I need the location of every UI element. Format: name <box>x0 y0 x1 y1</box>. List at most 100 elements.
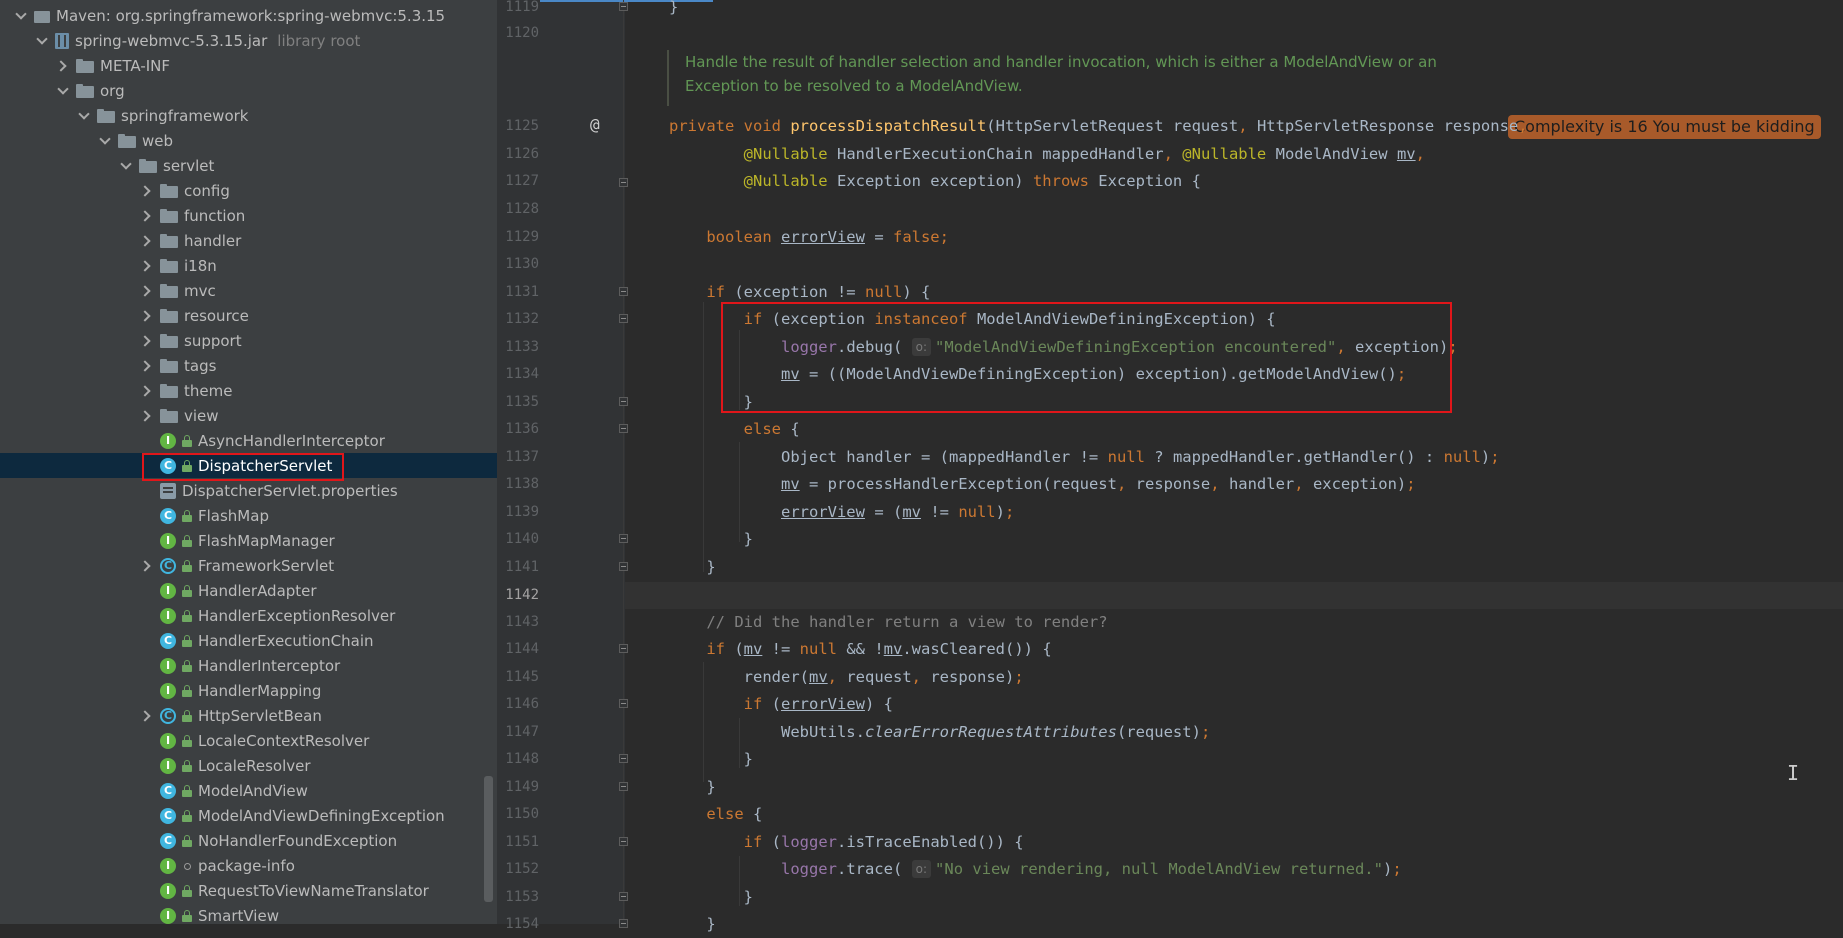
tree-item[interactable]: config <box>0 178 497 203</box>
line-number: 1137 <box>505 449 539 465</box>
tree-item[interactable]: function <box>0 203 497 228</box>
chevron-right-icon[interactable] <box>56 59 70 73</box>
fold-toggle-icon[interactable] <box>619 397 628 406</box>
code-line-1141: } <box>669 558 716 576</box>
fold-toggle-icon[interactable] <box>619 178 628 187</box>
tree-item[interactable]: org <box>0 78 497 103</box>
fold-toggle-icon[interactable] <box>619 892 628 901</box>
chevron-right-icon[interactable] <box>140 559 154 573</box>
tree-item[interactable]: I LocaleResolver <box>0 753 497 778</box>
line-number: 1143 <box>505 614 539 630</box>
tree-item[interactable]: web <box>0 128 497 153</box>
fold-toggle-icon[interactable] <box>619 699 628 708</box>
code-line-1127: @Nullable Exception exception) throws Ex… <box>743 172 1201 190</box>
debug-message-string: "ModelAndViewDefiningException encounter… <box>935 338 1337 356</box>
fold-toggle-icon[interactable] <box>619 2 628 11</box>
tree-item[interactable]: I HandlerAdapter <box>0 578 497 603</box>
tree-item[interactable]: C FlashMap <box>0 503 497 528</box>
fold-toggle-icon[interactable] <box>619 562 628 571</box>
tree-item[interactable]: Maven: org.springframework:spring-webmvc… <box>0 3 497 28</box>
override-gutter-icon[interactable]: @ <box>590 115 600 134</box>
fold-toggle-icon[interactable] <box>619 424 628 433</box>
tree-item[interactable]: I HandlerInterceptor <box>0 653 497 678</box>
tree-item[interactable]: I AsyncHandlerInterceptor <box>0 428 497 453</box>
line-number: 1127 <box>505 173 539 189</box>
line-number: 1141 <box>505 559 539 575</box>
tree-item[interactable]: springframework <box>0 103 497 128</box>
chevron-right-icon[interactable] <box>140 234 154 248</box>
tree-item[interactable]: resource <box>0 303 497 328</box>
tree-item-label: FlashMap <box>198 506 269 525</box>
chevron-down-icon[interactable] <box>77 109 91 123</box>
chevron-right-icon[interactable] <box>140 309 154 323</box>
tree-item[interactable]: Ipackage-info <box>0 853 497 878</box>
tree-item[interactable]: theme <box>0 378 497 403</box>
tree-item[interactable]: I FlashMapManager <box>0 528 497 553</box>
chevron-right-icon[interactable] <box>140 209 154 223</box>
fold-toggle-icon[interactable] <box>619 754 628 763</box>
fold-toggle-icon[interactable] <box>619 644 628 653</box>
tree-item[interactable]: META-INF <box>0 53 497 78</box>
chevron-down-icon[interactable] <box>14 9 28 23</box>
lock-icon <box>182 434 192 447</box>
fold-toggle-icon[interactable] <box>619 782 628 791</box>
folder-icon <box>118 133 136 148</box>
tree-item[interactable]: spring-webmvc-5.3.15.jar library root <box>0 28 497 53</box>
code-line-1125: private void processDispatchResult(HttpS… <box>669 117 1528 135</box>
chevron-right-icon[interactable] <box>140 184 154 198</box>
tree-item[interactable]: C ModelAndViewDefiningException <box>0 803 497 828</box>
chevron-down-icon[interactable] <box>35 34 49 48</box>
tree-item[interactable]: servlet <box>0 153 497 178</box>
tree-item[interactable]: I RequestToViewNameTranslator <box>0 878 497 903</box>
tree-item[interactable]: C HttpServletBean <box>0 703 497 728</box>
chevron-right-icon[interactable] <box>140 334 154 348</box>
chevron-right-icon[interactable] <box>140 359 154 373</box>
tree-item[interactable]: C ModelAndView <box>0 778 497 803</box>
code-line-1132: if (exception instanceof ModelAndViewDef… <box>743 310 1276 328</box>
tree-item[interactable]: tags <box>0 353 497 378</box>
tree-item[interactable]: I HandlerMapping <box>0 678 497 703</box>
tree-item[interactable]: I LocaleContextResolver <box>0 728 497 753</box>
tree-item[interactable]: I SmartView <box>0 903 497 924</box>
interface-icon: I <box>160 657 176 674</box>
tree-item[interactable]: C FrameworkServlet <box>0 553 497 578</box>
interface-icon: I <box>160 857 176 874</box>
chevron-right-icon[interactable] <box>140 409 154 423</box>
chevron-right-icon[interactable] <box>140 384 154 398</box>
tree-item[interactable]: I HandlerExceptionResolver <box>0 603 497 628</box>
line-number: 1149 <box>505 779 539 795</box>
tree-item[interactable]: i18n <box>0 253 497 278</box>
fold-toggle-icon[interactable] <box>619 287 628 296</box>
tree-item[interactable]: handler <box>0 228 497 253</box>
lock-icon <box>182 909 192 922</box>
tree-item[interactable]: C NoHandlerFoundException <box>0 828 497 853</box>
tree-item[interactable]: DispatcherServlet.properties <box>0 478 497 503</box>
fold-toggle-icon[interactable] <box>619 534 628 543</box>
tree-item-label: springframework <box>121 106 249 125</box>
chevron-right-icon[interactable] <box>140 709 154 723</box>
tree-item[interactable]: view <box>0 403 497 428</box>
tree-item[interactable]: C HandlerExecutionChain <box>0 628 497 653</box>
chevron-down-icon[interactable] <box>119 159 133 173</box>
interface-icon: I <box>160 882 176 899</box>
line-number: 1132 <box>505 311 539 327</box>
chevron-right-icon[interactable] <box>140 259 154 273</box>
project-tree-scrollbar[interactable] <box>484 776 493 902</box>
lock-icon <box>182 659 192 672</box>
chevron-right-icon[interactable] <box>140 284 154 298</box>
fold-toggle-icon[interactable] <box>619 314 628 323</box>
lock-icon <box>182 634 192 647</box>
line-number: 1151 <box>505 834 539 850</box>
tree-item[interactable]: support <box>0 328 497 353</box>
chevron-down-icon[interactable] <box>56 84 70 98</box>
chevron-down-icon[interactable] <box>98 134 112 148</box>
tree-item[interactable]: C DispatcherServlet <box>0 453 497 478</box>
tree-item[interactable]: mvc <box>0 278 497 303</box>
interface-icon: I <box>160 432 176 449</box>
line-number: 1128 <box>505 201 539 217</box>
tree-item-label: HandlerExecutionChain <box>198 631 374 650</box>
fold-toggle-icon[interactable] <box>619 837 628 846</box>
